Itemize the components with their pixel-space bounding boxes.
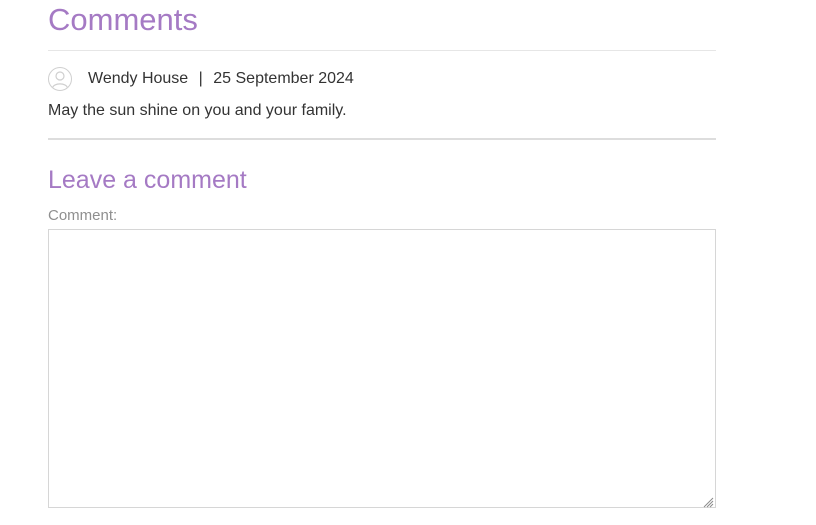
byline-separator: |: [198, 70, 203, 87]
comment-byline: Wendy House | 25 September 2024: [88, 67, 354, 91]
comment-author: Wendy House: [88, 70, 189, 87]
comment-date: 25 September 2024: [213, 70, 354, 87]
comment-textarea[interactable]: [48, 229, 716, 508]
comment-meta: Wendy House | 25 September 2024: [48, 66, 354, 92]
resize-grip-icon[interactable]: [703, 495, 714, 508]
comments-heading: Comments: [48, 2, 198, 37]
comment-text: May the sun shine on you and your family…: [48, 102, 347, 119]
leave-comment-heading: Leave a comment: [48, 166, 247, 194]
divider: [48, 50, 716, 51]
comment-field-label: Comment:: [48, 207, 118, 224]
divider: [48, 138, 716, 140]
user-avatar-icon: [48, 67, 72, 91]
